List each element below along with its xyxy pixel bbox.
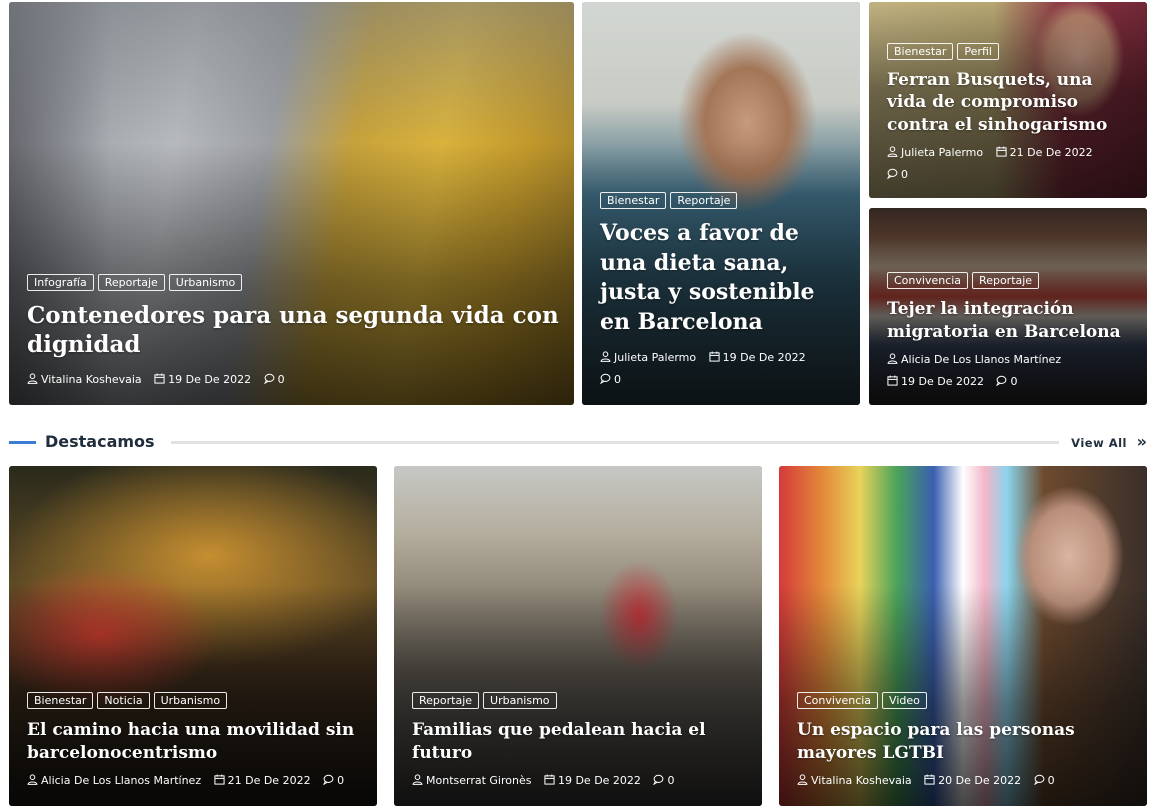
date-link[interactable]: 19 De De 2022 <box>887 375 984 388</box>
author-link[interactable]: Vitalina Koshevaia <box>797 774 912 787</box>
user-icon <box>887 146 898 157</box>
author-link[interactable]: Julieta Palermo <box>887 146 983 159</box>
featured-card-cycling[interactable]: Reportaje Urbanismo Familias que pedalea… <box>394 466 762 806</box>
user-icon <box>797 774 808 785</box>
comment-icon <box>996 375 1007 386</box>
comment-icon <box>1033 774 1045 785</box>
hero-tags: Convivencia Reportaje <box>887 272 1133 289</box>
hero-card-busquets[interactable]: Bienestar Perfil Ferran Busquets, una vi… <box>869 2 1147 198</box>
hero-card-diet[interactable]: Bienestar Reportaje Voces a favor de una… <box>582 2 860 405</box>
tag-link[interactable]: Urbanismo <box>168 274 243 291</box>
author-link[interactable]: Vitalina Koshevaia <box>27 373 142 386</box>
comment-icon <box>323 774 334 785</box>
user-icon <box>887 353 898 364</box>
featured-tags: Convivencia Video <box>797 692 1133 709</box>
section-accent-bar <box>9 441 36 444</box>
featured-title[interactable]: El camino hacia una movilidad sin barcel… <box>27 719 363 764</box>
date-link[interactable]: 19 De De 2022 <box>544 774 641 787</box>
post-meta: Vitalina Koshevaia 20 De De 2022 0 <box>797 770 1133 792</box>
calendar-icon <box>154 373 165 384</box>
featured-title[interactable]: Familias que pedalean hacia el futuro <box>412 719 748 764</box>
featured-tags: Bienestar Noticia Urbanismo <box>27 692 363 709</box>
post-meta: Montserrat Gironès 19 De De 2022 0 <box>412 770 748 792</box>
section-title: Destacamos <box>45 432 155 451</box>
tag-link[interactable]: Bienestar <box>600 192 667 209</box>
tag-link[interactable]: Urbanismo <box>483 692 557 709</box>
comment-icon <box>600 373 611 384</box>
date-link[interactable]: 19 De De 2022 <box>709 351 806 364</box>
author-link[interactable]: Montserrat Gironès <box>412 774 531 787</box>
calendar-icon <box>924 774 935 785</box>
section-divider <box>171 441 1059 444</box>
hero-tags: Bienestar Reportaje <box>600 192 846 209</box>
tag-link[interactable]: Convivencia <box>887 272 969 289</box>
user-icon <box>27 373 38 384</box>
comments-link[interactable]: 0 <box>600 373 621 386</box>
post-meta: Vitalina Koshevaia 19 De De 2022 0 <box>27 369 560 391</box>
tag-link[interactable]: Infografía <box>27 274 94 291</box>
comments-link[interactable]: 0 <box>1033 774 1055 787</box>
tag-link[interactable]: Reportaje <box>972 272 1040 289</box>
hero-card-containers[interactable]: Infografía Reportaje Urbanismo Contenedo… <box>9 2 574 405</box>
hero-title[interactable]: Ferran Busquets, una vida de compromiso … <box>887 69 1133 137</box>
user-icon <box>27 774 38 785</box>
comments-link[interactable]: 0 <box>887 168 908 181</box>
date-link[interactable]: 21 De De 2022 <box>214 774 311 787</box>
comment-icon <box>653 774 664 785</box>
hero-tags: Bienestar Perfil <box>887 42 1133 60</box>
author-link[interactable]: Alicia De Los Llanos Martínez <box>887 353 1061 366</box>
featured-card-mobility[interactable]: Bienestar Noticia Urbanismo El camino ha… <box>9 466 377 806</box>
calendar-icon <box>544 774 555 785</box>
author-link[interactable]: Alicia De Los Llanos Martínez <box>27 774 201 787</box>
section-header: Destacamos View All » <box>9 432 1147 454</box>
comments-link[interactable]: 0 <box>996 375 1017 388</box>
tag-link[interactable]: Urbanismo <box>153 692 228 709</box>
comment-icon <box>887 168 898 179</box>
post-meta: Julieta Palermo 19 De De 2022 0 <box>600 347 846 391</box>
featured-tags: Reportaje Urbanismo <box>412 692 748 709</box>
comments-link[interactable]: 0 <box>653 774 674 787</box>
calendar-icon <box>887 375 898 386</box>
user-icon <box>412 774 423 785</box>
calendar-icon <box>709 351 720 362</box>
date-link[interactable]: 20 De De 2022 <box>924 774 1021 787</box>
hero-card-migration[interactable]: Convivencia Reportaje Tejer la integraci… <box>869 208 1147 405</box>
hero-title[interactable]: Tejer la integración migratoria en Barce… <box>887 298 1133 343</box>
double-chevron-right-icon[interactable]: » <box>1137 433 1147 451</box>
date-link[interactable]: 19 De De 2022 <box>154 373 251 386</box>
hero-title[interactable]: Voces a favor de una dieta sana, justa y… <box>600 219 846 337</box>
comments-link[interactable]: 0 <box>263 373 285 386</box>
tag-link[interactable]: Bienestar <box>27 692 94 709</box>
user-icon <box>600 351 611 362</box>
tag-link[interactable]: Reportaje <box>97 274 165 291</box>
author-link[interactable]: Julieta Palermo <box>600 351 696 364</box>
tag-link[interactable]: Video <box>882 692 927 709</box>
tag-link[interactable]: Convivencia <box>797 692 879 709</box>
tag-link[interactable]: Reportaje <box>412 692 480 709</box>
comment-icon <box>263 373 275 384</box>
comments-link[interactable]: 0 <box>323 774 344 787</box>
post-meta: Alicia De Los Llanos Martínez 21 De De 2… <box>27 770 363 792</box>
featured-card-lgtbi[interactable]: Convivencia Video Un espacio para las pe… <box>779 466 1147 806</box>
post-meta: Julieta Palermo 21 De De 2022 0 <box>887 142 1133 186</box>
post-meta: Alicia De Los Llanos Martínez 19 De De 2… <box>887 349 1133 393</box>
featured-title[interactable]: Un espacio para las personas mayores LGT… <box>797 719 1133 764</box>
tag-link[interactable]: Bienestar <box>887 42 954 60</box>
calendar-icon <box>214 774 225 785</box>
hero-tags: Infografía Reportaje Urbanismo <box>27 274 560 291</box>
tag-link[interactable]: Noticia <box>97 692 150 709</box>
view-all-link[interactable]: View All <box>1071 435 1127 451</box>
calendar-icon <box>996 146 1007 157</box>
hero-title[interactable]: Contenedores para una segunda vida con d… <box>27 301 560 359</box>
tag-link[interactable]: Reportaje <box>670 192 738 209</box>
date-link[interactable]: 21 De De 2022 <box>996 146 1093 159</box>
tag-link[interactable]: Perfil <box>957 42 999 60</box>
